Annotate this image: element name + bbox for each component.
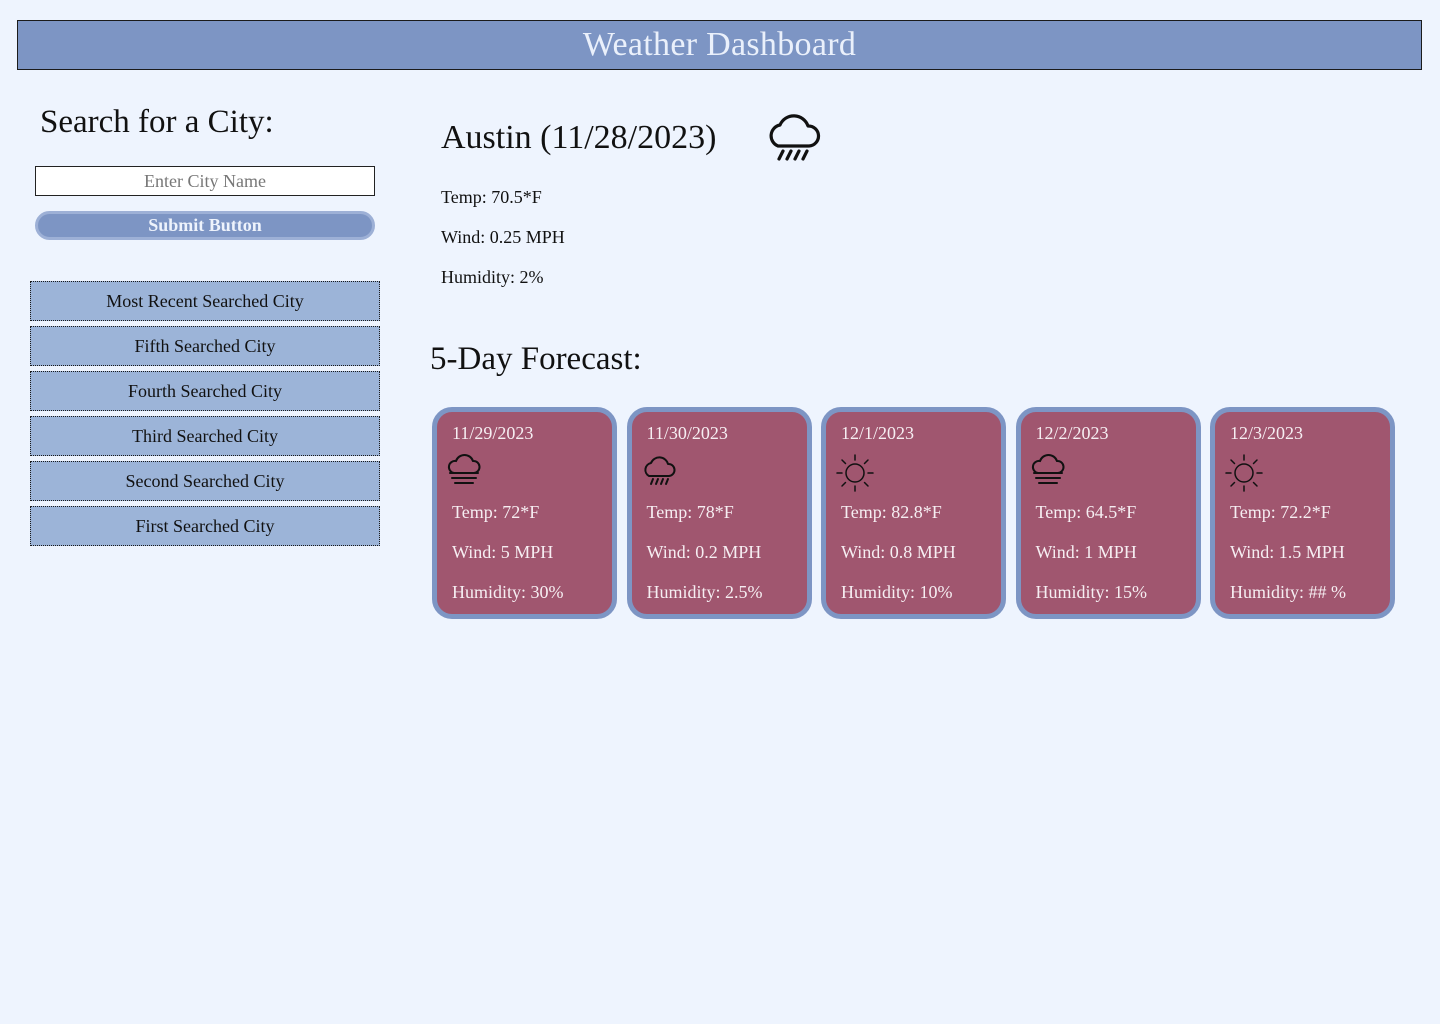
fog-cloud-icon — [446, 453, 482, 489]
page-title: Weather Dashboard — [582, 26, 857, 63]
history-button-third[interactable]: Third Searched City — [30, 416, 380, 456]
history-button-first[interactable]: First Searched City — [30, 506, 380, 546]
forecast-humidity: Humidity: 15% — [1035, 582, 1148, 602]
forecast-card: 11/30/2023 Temp: 78*F Wind: 0.2 MPH Humi… — [626, 407, 812, 619]
history-button-fifth[interactable]: Fifth Searched City — [30, 326, 380, 366]
city-search-input[interactable] — [35, 166, 375, 196]
current-city-title: Austin (11/28/2023) — [441, 119, 717, 156]
forecast-wind: Wind: 5 MPH — [452, 542, 554, 562]
forecast-card: 12/3/2023 Temp: 72.2*F Wind: 1.5 MPH Hum… — [1210, 407, 1395, 619]
rain-cloud-icon — [764, 110, 822, 166]
forecast-date: 12/1/2023 — [841, 423, 915, 443]
forecast-card: 11/29/2023 Temp: 72*F Wind: 5 MPH Humidi… — [432, 407, 617, 619]
search-title: Search for a City: — [40, 104, 274, 140]
forecast-date: 12/2/2023 — [1035, 423, 1109, 443]
forecast-wind: Wind: 0.2 MPH — [646, 542, 762, 562]
forecast-wind: Wind: 0.8 MPH — [841, 542, 956, 562]
forecast-temp: Temp: 72*F — [452, 502, 540, 522]
forecast-title: 5-Day Forecast: — [430, 341, 642, 377]
current-weather: Austin (11/28/2023) Temp: 70.5*F Wind: 0… — [441, 110, 1341, 288]
forecast-temp: Temp: 64.5*F — [1035, 502, 1137, 522]
page-header: Weather Dashboard — [17, 20, 1422, 70]
forecast-temp: Temp: 72.2*F — [1230, 502, 1331, 522]
forecast-temp: Temp: 82.8*F — [841, 502, 942, 522]
submit-button[interactable]: Submit Button — [35, 211, 375, 240]
forecast-humidity: Humidity: 30% — [452, 582, 564, 602]
current-wind: Wind: 0.25 MPH — [441, 227, 565, 247]
sun-icon — [835, 453, 874, 492]
history-button-fourth[interactable]: Fourth Searched City — [30, 371, 380, 411]
sun-icon — [1224, 453, 1263, 492]
current-humidity: Humidity: 2% — [441, 267, 544, 287]
forecast-temp: Temp: 78*F — [646, 502, 734, 522]
search-history-list: Most Recent Searched City Fifth Searched… — [30, 281, 380, 551]
forecast-card: 12/2/2023 Temp: 64.5*F Wind: 1 MPH Humid… — [1015, 407, 1201, 619]
forecast-date: 11/30/2023 — [646, 423, 728, 443]
forecast-date: 11/29/2023 — [452, 423, 534, 443]
forecast-humidity: Humidity: 10% — [841, 582, 953, 602]
fog-cloud-icon — [1030, 453, 1066, 489]
forecast-cards: 11/29/2023 Temp: 72*F Wind: 5 MPH Humidi… — [432, 407, 1405, 619]
forecast-card: 12/1/2023 Temp: 82.8*F Wind: 0.8 MPH Hum… — [821, 407, 1006, 619]
forecast-wind: Wind: 1 MPH — [1035, 542, 1137, 562]
history-button-most-recent[interactable]: Most Recent Searched City — [30, 281, 380, 321]
forecast-humidity: Humidity: ## % — [1230, 582, 1346, 602]
forecast-date: 12/3/2023 — [1230, 423, 1304, 443]
current-temp: Temp: 70.5*F — [441, 187, 542, 207]
rain-cloud-icon — [641, 453, 677, 489]
forecast-humidity: Humidity: 2.5% — [646, 582, 763, 602]
history-button-second[interactable]: Second Searched City — [30, 461, 380, 501]
forecast-wind: Wind: 1.5 MPH — [1230, 542, 1345, 562]
